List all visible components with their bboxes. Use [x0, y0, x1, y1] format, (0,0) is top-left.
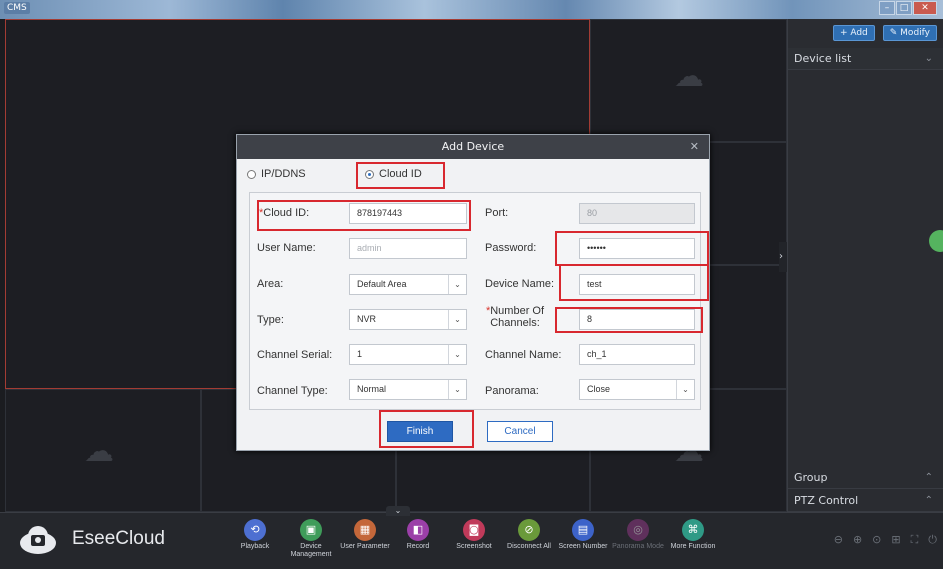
- more-function-button[interactable]: ⌘ More Function: [664, 519, 722, 551]
- ptz-grid-icon[interactable]: ⊞: [891, 533, 900, 547]
- add-device-button[interactable]: + Add: [832, 25, 875, 41]
- screen-number-button[interactable]: ▤ Screen Number: [554, 519, 612, 551]
- add-device-dialog: Add Device ✕ IP/DDNS Cloud ID *Cloud ID:…: [236, 134, 710, 451]
- type-select[interactable]: NVR ⌄: [349, 309, 467, 330]
- area-select[interactable]: Default Area ⌄: [349, 274, 467, 295]
- ptz-iris-icon[interactable]: ⊙: [872, 533, 881, 547]
- screen-number-icon: ▤: [572, 519, 594, 541]
- cancel-button[interactable]: Cancel: [487, 421, 553, 442]
- close-icon[interactable]: ✕: [690, 135, 699, 159]
- ptz-power-icon[interactable]: ⏻: [928, 533, 937, 547]
- device-list-header[interactable]: Device list ⌄: [788, 48, 943, 70]
- panorama-label: Panorama:: [485, 385, 539, 397]
- right-panel: + Add ✎ Modify Device list ⌄ Group ⌃ PTZ…: [787, 19, 943, 512]
- device-form: [249, 192, 701, 410]
- minimize-icon[interactable]: –: [879, 1, 895, 15]
- device-management-button[interactable]: ▣ Device Management: [282, 519, 340, 559]
- panorama-icon: ◎: [627, 519, 649, 541]
- chevron-up-icon: ⌃: [924, 472, 933, 483]
- channel-name-label: Channel Name:: [485, 349, 562, 361]
- dialog-header: Add Device ✕: [237, 135, 709, 159]
- more-function-icon: ⌘: [682, 519, 704, 541]
- channel-name-field[interactable]: ch_1: [579, 344, 695, 365]
- ptz-zoom-icon[interactable]: ⊖: [834, 533, 843, 547]
- ip-ddns-radio[interactable]: IP/DDNS: [247, 168, 306, 180]
- ptz-control-header[interactable]: PTZ Control ⌃: [788, 490, 943, 512]
- cloud-watermark-icon: ☁: [84, 434, 114, 469]
- number-of-channels-field[interactable]: 8: [579, 309, 695, 330]
- brand-name: EseeCloud: [72, 528, 165, 549]
- expand-panel-icon[interactable]: ›: [779, 242, 787, 272]
- edit-icon: ✎: [889, 28, 901, 38]
- cloud-watermark-icon: ☁: [674, 59, 704, 94]
- device-name-field[interactable]: test: [579, 274, 695, 295]
- channel-serial-select[interactable]: 1 ⌄: [349, 344, 467, 365]
- cloud-id-radio[interactable]: Cloud ID: [365, 168, 422, 180]
- screenshot-button[interactable]: ◙ Screenshot: [445, 519, 503, 551]
- user-parameter-button[interactable]: ▦ User Parameter: [336, 519, 394, 551]
- ptz-focus-icon[interactable]: ⊕: [853, 533, 862, 547]
- title-bar: CMS – □ ✕: [0, 0, 943, 19]
- password-label: Password:: [485, 242, 537, 254]
- channel-type-select[interactable]: Normal ⌄: [349, 379, 467, 400]
- channel-serial-label: Channel Serial:: [257, 349, 333, 361]
- window-title: CMS: [4, 2, 30, 14]
- window-controls: – □ ✕: [879, 1, 937, 16]
- disconnect-icon: ⊘: [518, 519, 540, 541]
- close-window-icon[interactable]: ✕: [913, 1, 937, 15]
- chevron-down-icon: ⌄: [676, 380, 694, 399]
- modify-button[interactable]: ✎ Modify: [882, 25, 937, 41]
- playback-button[interactable]: ⟲ Playback: [226, 519, 284, 551]
- ptz-icons: ⊖ ⊕ ⊙ ⊞ ⛶ ⏻: [834, 533, 937, 547]
- screenshot-icon: ◙: [463, 519, 485, 541]
- radio-selected-icon: [365, 169, 374, 179]
- finish-button[interactable]: Finish: [387, 421, 453, 442]
- port-label: Port:: [485, 207, 509, 219]
- channel-type-label: Channel Type:: [257, 385, 328, 397]
- chevron-down-icon: ⌄: [448, 345, 466, 364]
- type-label: Type:: [257, 314, 284, 326]
- dialog-title: Add Device: [441, 140, 505, 153]
- port-field: 80: [579, 203, 695, 224]
- password-field[interactable]: ••••••: [579, 238, 695, 259]
- cloud-id-field[interactable]: 878197443: [349, 203, 467, 224]
- chevron-up-icon: ⌃: [924, 495, 933, 506]
- bottom-toolbar: ⌄ EseeCloud ⟲ Playback ▣ Device Management…: [0, 506, 943, 569]
- user-name-field[interactable]: admin: [349, 238, 467, 259]
- maximize-icon[interactable]: □: [896, 1, 912, 15]
- device-name-label: Device Name:: [485, 278, 555, 290]
- disconnect-all-button[interactable]: ⊘ Disconnect All: [500, 519, 558, 551]
- panorama-select[interactable]: Close ⌄: [579, 379, 695, 400]
- ptz-fullscreen-icon[interactable]: ⛶: [911, 533, 919, 547]
- playback-icon: ⟲: [244, 519, 266, 541]
- chevron-down-icon: ⌄: [448, 380, 466, 399]
- chevron-down-icon: ⌄: [924, 53, 933, 64]
- device-management-icon: ▣: [300, 519, 322, 541]
- cloud-id-label: *Cloud ID:: [259, 207, 310, 219]
- panorama-mode-button[interactable]: ◎ Panorama Mode: [609, 519, 667, 551]
- collapse-toolbar-icon[interactable]: ⌄: [386, 506, 410, 516]
- record-icon: ◧: [407, 519, 429, 541]
- area-label: Area:: [257, 278, 284, 290]
- record-button[interactable]: ◧ Record: [389, 519, 447, 551]
- number-of-channels-label: *Number Of Channels:: [485, 305, 545, 329]
- radio-icon: [247, 169, 256, 179]
- user-name-label: User Name:: [257, 242, 316, 254]
- chevron-down-icon: ⌄: [448, 310, 466, 329]
- chevron-down-icon: ⌄: [448, 275, 466, 294]
- eseecloud-logo: [20, 526, 56, 554]
- group-header[interactable]: Group ⌃: [788, 467, 943, 489]
- user-parameter-icon: ▦: [354, 519, 376, 541]
